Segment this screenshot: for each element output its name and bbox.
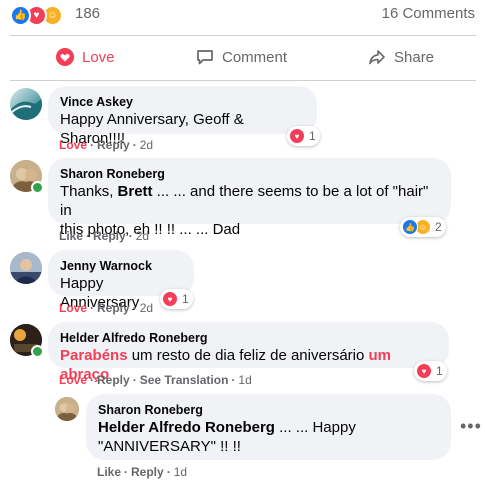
love-button[interactable]: Love [56,42,115,72]
love-icon [56,48,74,66]
online-status-indicator [31,345,44,358]
comment-icon [197,50,213,65]
like-action[interactable]: Like [97,465,121,479]
avatar[interactable] [10,252,42,284]
comment-reactions[interactable]: 👍 ☺ 2 [400,217,446,237]
comment-reactions[interactable]: ♥ 1 [414,361,447,381]
comment-button[interactable]: Comment [196,42,287,72]
comment-timestamp[interactable]: 2d [140,301,153,315]
love-action[interactable]: Love [59,301,87,315]
comment-actions: Love · Reply · 2d [59,301,154,315]
comment-author[interactable]: Sharon Roneberg [60,166,439,182]
comment-button-label: Comment [222,48,288,66]
comment-reaction-count: 1 [182,292,189,306]
mention-link[interactable]: Brett [118,183,153,200]
comment-bubble: Sharon Roneberg Thanks, Brett ... ... an… [48,158,451,238]
reply-bubble: Sharon Roneberg Helder Alfredo Roneberg … [86,394,451,460]
reply-author[interactable]: Sharon Roneberg [98,402,439,418]
like-action[interactable]: Like [59,229,83,243]
share-button[interactable]: Share [368,42,434,72]
reply-action[interactable]: Reply [97,138,130,152]
comments-count-link[interactable]: 16 Comments [382,5,475,22]
comment-actions: Like · Reply · 2d [59,229,150,243]
like-reaction-icon: 👍 [402,219,418,235]
comment-bubble: Vince Askey Happy Anniversary, Geoff & S… [48,86,317,147]
share-icon [369,50,385,65]
comment-actions: Love · Reply · 2d [59,138,154,152]
comment-reaction-count: 2 [435,220,442,234]
comment-reaction-count: 1 [309,129,316,143]
divider [10,80,476,81]
love-action[interactable]: Love [59,373,87,387]
comment-reactions[interactable]: ♥ 1 [287,126,320,146]
comment-author[interactable]: Vince Askey [60,94,305,110]
avatar[interactable] [55,397,79,421]
comment-actions: Love · Reply · See Translation · 1d [59,373,252,387]
avatar[interactable] [10,88,42,120]
comment-text: Thanks, Brett ... ... and there seems to… [60,183,429,219]
love-reaction-icon: ♥ [416,363,432,379]
see-translation-link[interactable]: See Translation [140,373,229,387]
reply-text-line2: "ANNIVERSARY" !! !! [98,438,241,455]
reply-action[interactable]: Reply [97,301,130,315]
comment-author[interactable]: Jenny Warnock [60,258,182,274]
online-status-indicator [31,181,44,194]
comment-author[interactable]: Helder Alfredo Roneberg [60,330,437,346]
reply-action[interactable]: Reply [93,229,126,243]
reply-actions: Like · Reply · 1d [97,465,188,479]
love-button-label: Love [82,48,115,66]
reply-text: Helder Alfredo Roneberg ... ... Happy [98,419,356,436]
reaction-summary[interactable]: 👍 ♥ ☺ [10,4,63,26]
comment-bubble: Helder Alfredo Roneberg Parabéns um rest… [48,322,449,383]
love-reaction-icon: ♥ [162,291,178,307]
love-action[interactable]: Love [59,138,87,152]
love-reaction-icon: ♥ [289,128,305,144]
share-button-label: Share [394,48,435,66]
divider [10,35,476,36]
mention-link[interactable]: Helder Alfredo Roneberg [98,419,275,436]
comment-reaction-count: 1 [436,364,443,378]
reply-action[interactable]: Reply [97,373,130,387]
like-reaction-icon: 👍 [10,4,31,26]
comment-timestamp[interactable]: 2d [140,138,153,152]
reply-timestamp[interactable]: 1d [174,465,187,479]
reaction-count[interactable]: 186 [75,5,100,22]
comment-reactions[interactable]: ♥ 1 [160,289,193,309]
reply-action[interactable]: Reply [131,465,164,479]
comment-timestamp[interactable]: 2d [136,229,149,243]
comment-timestamp[interactable]: 1d [238,373,251,387]
more-options-icon[interactable]: ••• [460,416,482,437]
